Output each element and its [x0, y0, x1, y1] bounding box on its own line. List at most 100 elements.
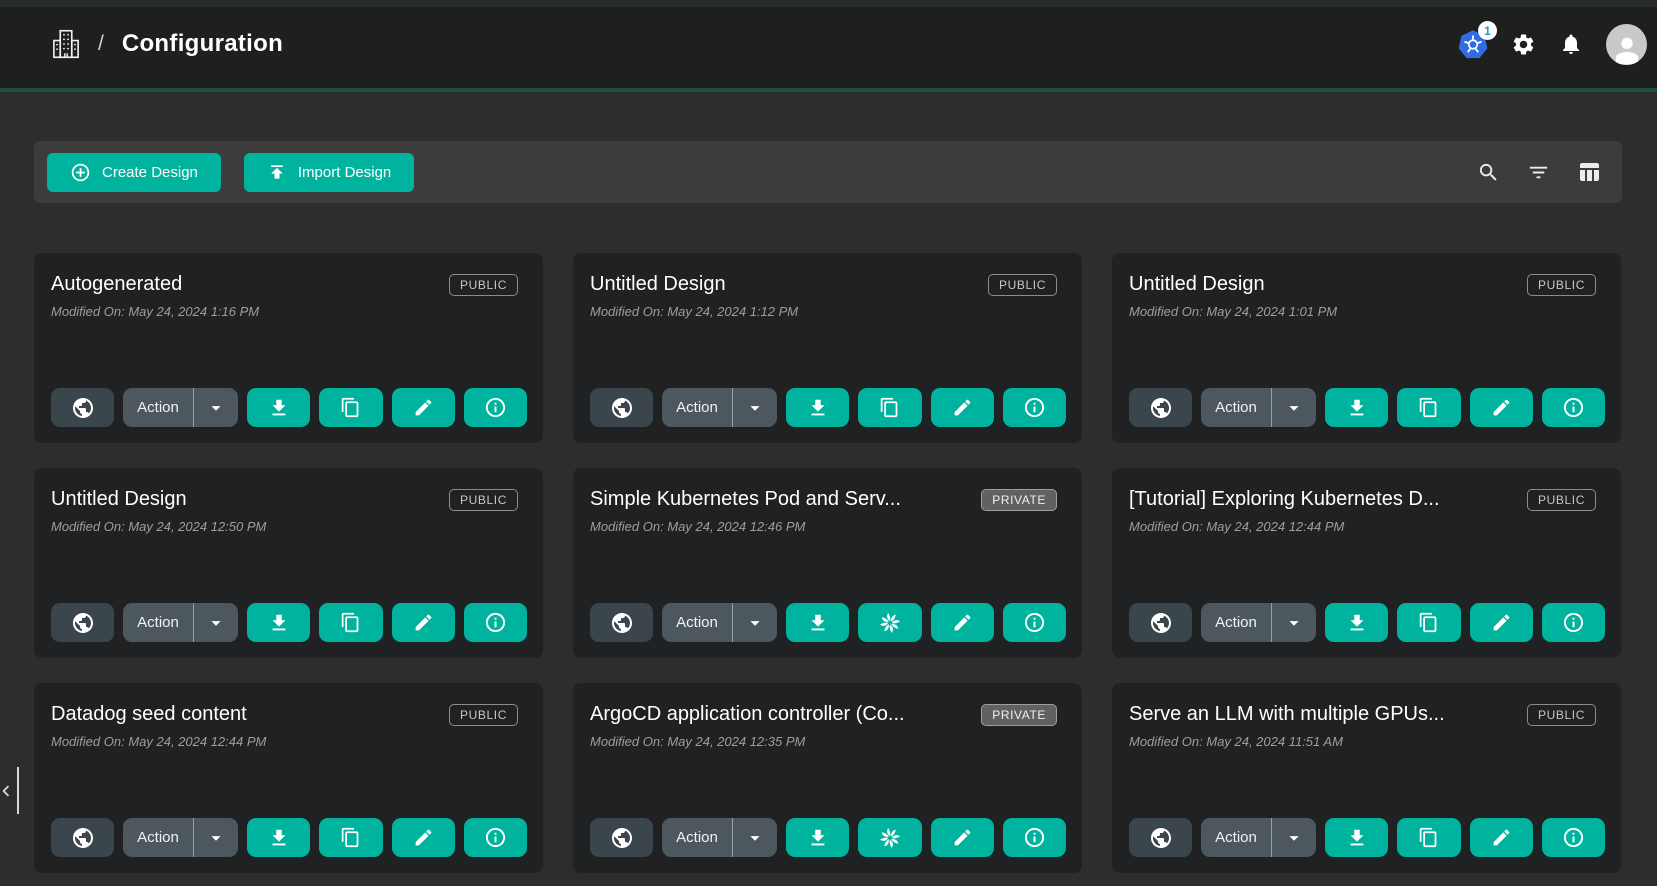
import-design-button[interactable]: Import Design: [244, 153, 414, 192]
breadcrumb: / Configuration: [52, 29, 283, 59]
publish-globe-button[interactable]: [51, 603, 114, 642]
clone-button[interactable]: [319, 603, 382, 642]
edit-button[interactable]: [392, 603, 455, 642]
download-button[interactable]: [786, 388, 849, 427]
info-button[interactable]: [1542, 388, 1605, 427]
publish-globe-button[interactable]: [590, 603, 653, 642]
download-button[interactable]: [786, 818, 849, 857]
action-dropdown-button[interactable]: [733, 388, 777, 427]
download-button[interactable]: [247, 818, 310, 857]
create-design-button[interactable]: Create Design: [47, 153, 221, 192]
globe-icon: [1149, 826, 1173, 850]
action-button[interactable]: Action: [662, 603, 732, 642]
action-button[interactable]: Action: [1201, 818, 1271, 857]
kubernetes-context-button[interactable]: 1: [1458, 29, 1488, 59]
edit-button[interactable]: [1470, 388, 1533, 427]
edit-button[interactable]: [931, 818, 994, 857]
publish-globe-button[interactable]: [51, 388, 114, 427]
info-button[interactable]: [464, 603, 527, 642]
action-button[interactable]: Action: [662, 388, 732, 427]
search-icon[interactable]: [1477, 161, 1500, 184]
clone-button[interactable]: [319, 818, 382, 857]
edit-button[interactable]: [931, 388, 994, 427]
action-button[interactable]: Action: [1201, 388, 1271, 427]
action-dropdown-button[interactable]: [1272, 603, 1316, 642]
design-title: Datadog seed content: [51, 703, 437, 726]
download-button[interactable]: [247, 603, 310, 642]
publish-globe-button[interactable]: [1129, 603, 1192, 642]
edit-button[interactable]: [392, 388, 455, 427]
action-dropdown-button[interactable]: [733, 818, 777, 857]
design-title: Untitled Design: [1129, 273, 1515, 296]
clone-button[interactable]: [1397, 818, 1460, 857]
info-icon: [1023, 396, 1046, 419]
action-dropdown-button[interactable]: [1272, 818, 1316, 857]
action-split-button: Action: [123, 388, 238, 427]
visibility-badge: PUBLIC: [449, 274, 518, 296]
design-title: Untitled Design: [590, 273, 976, 296]
copy-icon: [879, 397, 900, 418]
visibility-badge: PUBLIC: [449, 489, 518, 511]
download-button[interactable]: [1325, 603, 1388, 642]
action-dropdown-button[interactable]: [1272, 388, 1316, 427]
action-button[interactable]: Action: [123, 818, 193, 857]
meshery-swirl-icon: [877, 825, 903, 851]
clone-button[interactable]: [1397, 388, 1460, 427]
filter-icon[interactable]: [1527, 161, 1550, 184]
publish-globe-button[interactable]: [51, 818, 114, 857]
design-card: Untitled Design PUBLIC Modified On: May …: [34, 468, 543, 658]
edit-button[interactable]: [1470, 603, 1533, 642]
action-dropdown-button[interactable]: [194, 603, 238, 642]
design-card: ArgoCD application controller (Co... PRI…: [573, 683, 1082, 873]
download-button[interactable]: [1325, 818, 1388, 857]
action-button[interactable]: Action: [662, 818, 732, 857]
copy-icon: [1418, 612, 1439, 633]
publish-globe-button[interactable]: [590, 388, 653, 427]
visibility-badge: PRIVATE: [981, 704, 1057, 726]
clone-button[interactable]: [858, 818, 921, 857]
clone-button[interactable]: [1397, 603, 1460, 642]
edit-button[interactable]: [931, 603, 994, 642]
download-button[interactable]: [1325, 388, 1388, 427]
clone-button[interactable]: [319, 388, 382, 427]
action-dropdown-button[interactable]: [194, 388, 238, 427]
notifications-bell-icon[interactable]: [1559, 32, 1583, 56]
globe-icon: [610, 826, 634, 850]
info-button[interactable]: [1003, 388, 1066, 427]
info-button[interactable]: [1003, 818, 1066, 857]
download-icon: [1346, 612, 1368, 634]
action-button[interactable]: Action: [123, 388, 193, 427]
copy-icon: [340, 612, 361, 633]
user-avatar[interactable]: [1606, 24, 1647, 65]
design-card: Serve an LLM with multiple GPUs... PUBLI…: [1112, 683, 1621, 873]
clone-button[interactable]: [858, 388, 921, 427]
design-card: Untitled Design PUBLIC Modified On: May …: [573, 253, 1082, 443]
table-view-icon[interactable]: [1577, 160, 1601, 184]
download-button[interactable]: [786, 603, 849, 642]
modified-on-label: Modified On: May 24, 2024 12:44 PM: [1129, 519, 1605, 534]
action-dropdown-button[interactable]: [194, 818, 238, 857]
visibility-badge: PUBLIC: [1527, 274, 1596, 296]
design-title: Untitled Design: [51, 488, 437, 511]
info-button[interactable]: [1542, 603, 1605, 642]
info-button[interactable]: [1003, 603, 1066, 642]
action-dropdown-button[interactable]: [733, 603, 777, 642]
edit-button[interactable]: [392, 818, 455, 857]
designs-toolbar: Create Design Import Design: [34, 141, 1622, 203]
info-button[interactable]: [464, 818, 527, 857]
action-button[interactable]: Action: [123, 603, 193, 642]
info-button[interactable]: [1542, 818, 1605, 857]
action-button[interactable]: Action: [1201, 603, 1271, 642]
organization-building-icon[interactable]: [52, 29, 80, 59]
publish-globe-button[interactable]: [1129, 818, 1192, 857]
info-button[interactable]: [464, 388, 527, 427]
download-button[interactable]: [247, 388, 310, 427]
publish-globe-button[interactable]: [590, 818, 653, 857]
settings-gear-icon[interactable]: [1511, 32, 1536, 57]
publish-globe-button[interactable]: [1129, 388, 1192, 427]
edit-button[interactable]: [1470, 818, 1533, 857]
action-split-button: Action: [123, 818, 238, 857]
clone-button[interactable]: [858, 603, 921, 642]
copy-icon: [1418, 827, 1439, 848]
sidebar-collapse-toggle[interactable]: [0, 767, 19, 814]
